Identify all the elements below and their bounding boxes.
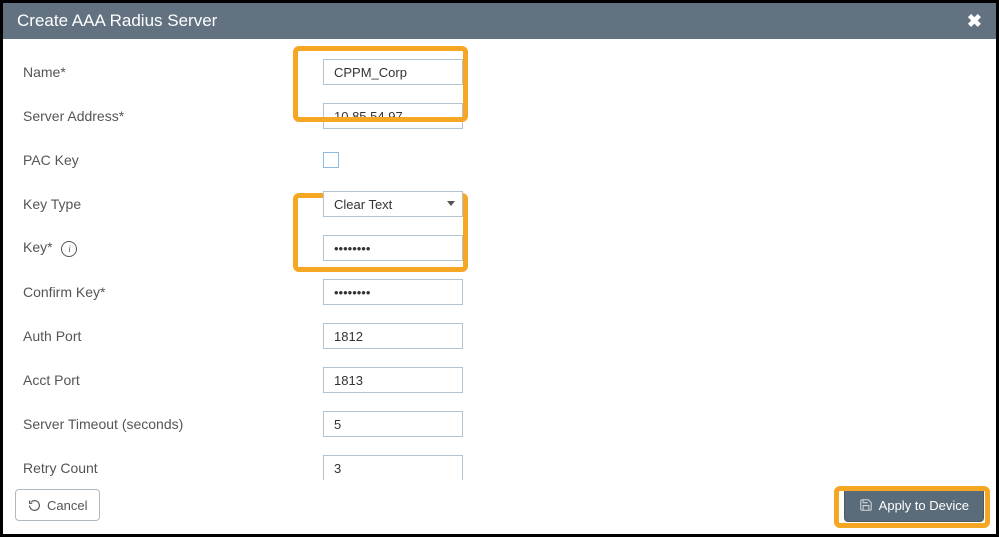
apply-to-device-button[interactable]: Apply to Device [844,488,984,522]
key-type-select[interactable] [323,191,463,217]
server-address-input[interactable] [323,103,463,129]
row-confirm-key: Confirm Key* [23,279,976,305]
name-input[interactable] [323,59,463,85]
label-key: Key* i [23,239,323,258]
pac-key-checkbox[interactable] [323,152,339,168]
row-name: Name* [23,59,976,85]
label-key-type: Key Type [23,196,323,212]
undo-icon [28,499,41,512]
acct-port-input[interactable] [323,367,463,393]
cancel-button[interactable]: Cancel [15,489,100,521]
auth-port-input[interactable] [323,323,463,349]
label-confirm-key: Confirm Key* [23,284,323,300]
form-area: Name* Server Address* PAC Key Key Type K… [3,39,996,480]
save-icon [859,498,873,512]
row-auth-port: Auth Port [23,323,976,349]
label-pac-key: PAC Key [23,152,323,168]
label-key-text: Key* [23,239,53,255]
key-input[interactable] [323,235,463,261]
label-auth-port: Auth Port [23,328,323,344]
row-server-address: Server Address* [23,103,976,129]
modal-title: Create AAA Radius Server [17,11,217,31]
label-acct-port: Acct Port [23,372,323,388]
row-pac-key: PAC Key [23,147,976,173]
row-key: Key* i [23,235,976,261]
apply-button-label: Apply to Device [879,498,969,513]
row-acct-port: Acct Port [23,367,976,393]
row-key-type: Key Type [23,191,976,217]
confirm-key-input[interactable] [323,279,463,305]
label-server-timeout: Server Timeout (seconds) [23,416,323,432]
server-timeout-input[interactable] [323,411,463,437]
modal-footer: Cancel Apply to Device [3,480,996,534]
row-server-timeout: Server Timeout (seconds) [23,411,976,437]
label-retry-count: Retry Count [23,460,323,476]
close-icon[interactable]: ✖ [967,12,982,30]
modal-header: Create AAA Radius Server ✖ [3,3,996,39]
label-server-address: Server Address* [23,108,323,124]
label-name: Name* [23,64,323,80]
row-retry-count: Retry Count [23,455,976,480]
retry-count-input[interactable] [323,455,463,480]
cancel-button-label: Cancel [47,498,87,513]
info-icon[interactable]: i [61,241,77,257]
